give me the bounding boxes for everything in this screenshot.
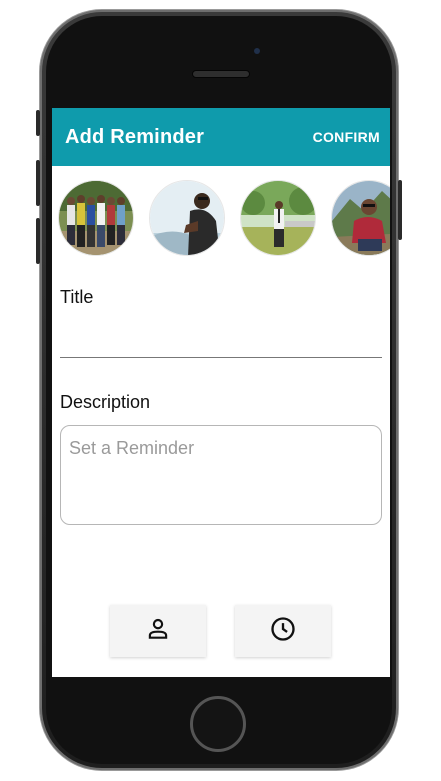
contact-button[interactable]	[110, 605, 206, 657]
earpiece-speaker	[192, 70, 250, 78]
app-bar: Add Reminder CONFIRM	[52, 108, 390, 166]
power-button	[398, 180, 402, 240]
page-title: Add Reminder	[65, 125, 205, 148]
confirm-button[interactable]: CONFIRM	[313, 129, 380, 145]
title-input[interactable]	[60, 323, 382, 358]
avatar-person-hill[interactable]	[149, 180, 225, 256]
mute-switch	[36, 110, 40, 136]
avatar-row	[58, 180, 390, 260]
home-button[interactable]	[190, 696, 246, 752]
description-input[interactable]	[60, 425, 382, 525]
title-label: Title	[60, 287, 94, 307]
avatar-person-park[interactable]	[240, 180, 316, 256]
avatar-person-mountain[interactable]	[331, 180, 390, 256]
volume-up-button	[36, 160, 40, 206]
avatar-group-photo[interactable]	[58, 180, 134, 256]
clock-icon	[269, 615, 297, 648]
description-label: Description	[60, 392, 151, 412]
app-screen: Add Reminder CONFIRM Title Description S…	[52, 108, 390, 677]
volume-down-button	[36, 218, 40, 264]
time-button[interactable]	[235, 605, 331, 657]
person-icon	[145, 616, 171, 647]
front-camera	[254, 48, 260, 54]
